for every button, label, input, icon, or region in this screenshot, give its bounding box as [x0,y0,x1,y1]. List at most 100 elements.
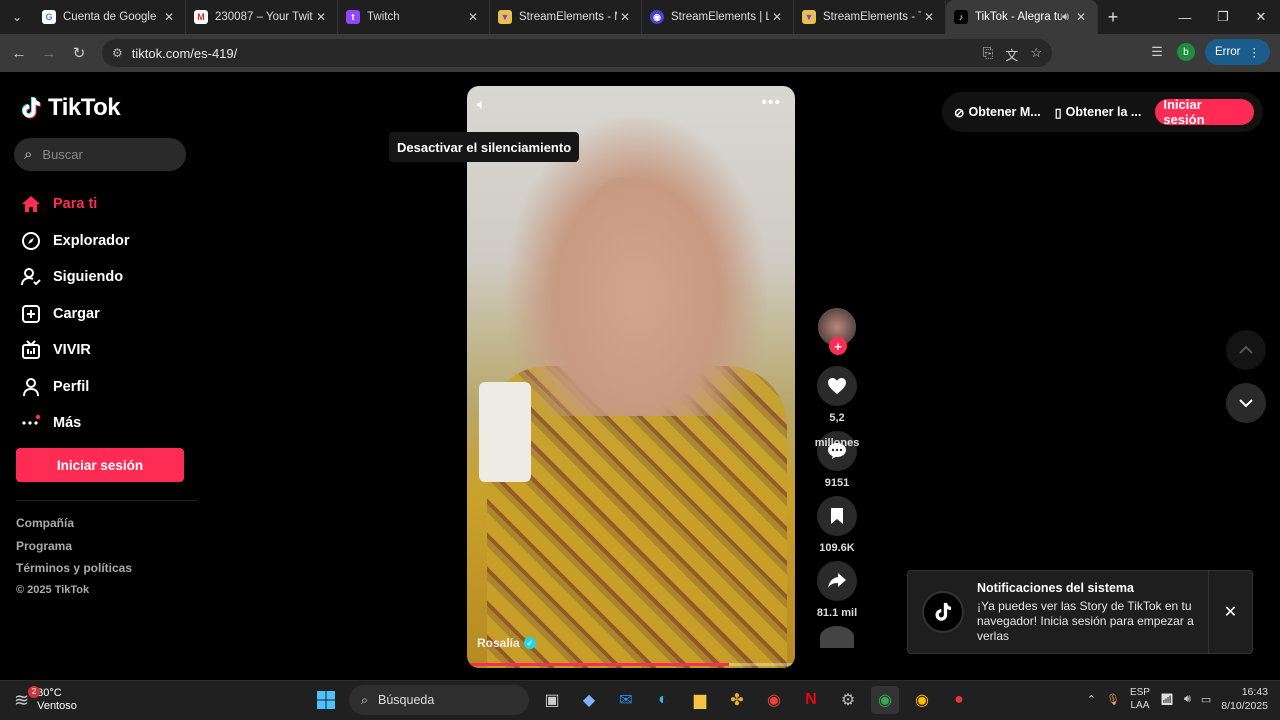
sidebar-item-vivir[interactable]: VIVIR [20,332,130,369]
microphone-icon[interactable]: 🎙︎ [1106,693,1120,706]
previous-video-button[interactable] [1226,330,1266,370]
kebab-menu-icon: ⋮ [1248,47,1261,59]
forward-icon[interactable]: → [34,45,64,62]
close-window-icon[interactable]: ✕ [1242,0,1280,34]
get-app-link[interactable]: ⊘ Obtener M... [954,105,1041,120]
file-explorer-icon[interactable]: ▆ [686,686,714,714]
footer-link-program[interactable]: Programa [16,539,132,562]
tab-streamelements-2[interactable]: ◉ StreamElements | La ✕ [642,0,794,34]
heart-icon[interactable] [817,366,857,406]
bookmark-icon[interactable] [817,496,857,536]
tab-twitch[interactable]: t Twitch ✕ [338,0,490,34]
get-desktop-link[interactable]: ▯ Obtener la ... [1055,105,1142,120]
footer-link-terms[interactable]: Términos y políticas [16,561,132,584]
creator-avatar[interactable]: + [818,308,856,355]
taskbar-search[interactable]: ⌕ Búsqueda [349,685,529,715]
back-icon[interactable]: ← [4,45,34,62]
next-video-button[interactable] [1226,383,1266,423]
close-tab-icon[interactable]: ✕ [617,10,633,24]
sidebar-item-mas[interactable]: Más [20,405,130,442]
settings-icon[interactable]: ⚙ [834,686,862,714]
tab-search-button[interactable]: ⌄ [0,0,34,34]
close-tab-icon[interactable]: ✕ [161,10,177,24]
task-view-icon[interactable]: ▣ [538,686,566,714]
taskbar-search-label: Búsqueda [378,693,435,707]
weather-widget[interactable]: ≋ 2 30°C Ventoso [14,685,77,713]
site-settings-icon[interactable]: ⚙︎ [112,46,123,60]
chevron-up-icon[interactable]: ⌃ [1087,693,1096,706]
tab-streamelements-3[interactable]: ▼ StreamElements - Tr ✕ [794,0,946,34]
photos-icon[interactable]: ✤ [723,686,751,714]
video-actions: + 5,2 millones 9151 109.6K 81.1 mil [806,308,868,648]
sidebar-login-button[interactable]: Iniciar sesión [16,448,184,482]
footer-link-company[interactable]: Compañía [16,516,132,539]
sidebar-item-siguiendo[interactable]: Siguiendo [20,259,130,296]
search-input[interactable]: ⌕ Buscar [14,138,186,171]
sidebar-item-cargar[interactable]: Cargar [20,296,130,333]
system-notification[interactable]: Notificaciones del sistema ¡Ya puedes ve… [907,570,1253,654]
chrome-icon[interactable]: ◉ [760,686,788,714]
game-app-icon[interactable]: ● [945,686,973,714]
speaker-icon[interactable]: 🔊︎ [1062,11,1069,24]
volume-tray-icon[interactable]: 🔊︎ [1184,693,1191,706]
profile-avatar[interactable]: b [1176,43,1195,61]
like-action[interactable]: 5,2 millones [806,366,868,449]
language-indicator[interactable]: ESP LAA [1130,686,1150,712]
live-icon [20,339,42,361]
volume-icon[interactable]: 🔈︎ [477,96,486,113]
tab-title: 230087 – Your Twitch [215,11,313,23]
mail-icon[interactable]: ✉ [612,686,640,714]
translate-icon[interactable]: 文 [1005,45,1018,64]
video-progress-bar[interactable] [467,663,795,666]
sidebar-item-explorador[interactable]: Explorador [20,223,130,260]
edge-icon[interactable]: ◐ [649,686,677,714]
close-icon[interactable]: ✕ [1208,571,1252,653]
tab-streamelements-1[interactable]: ▼ StreamElements - M ✕ [490,0,642,34]
tab-google-account[interactable]: G Cuenta de Google ✕ [34,0,186,34]
follow-plus-icon[interactable]: + [829,337,847,355]
close-tab-icon[interactable]: ✕ [313,10,329,24]
share-action[interactable]: 81.1 mil [806,561,868,626]
tab-tiktok[interactable]: ♪ TikTok - Alegra tu 🔊︎ ✕ [946,0,1098,34]
sidebar-item-perfil[interactable]: Perfil [20,369,130,406]
reload-icon[interactable]: ↻ [64,44,94,62]
lang-top: ESP [1129,687,1150,698]
chrome-profile-icon[interactable]: ◉ [871,686,899,714]
save-count: 109.6K [819,542,855,554]
tiktok-logo[interactable]: TikTok [20,94,121,122]
battery-icon[interactable]: ▭ [1201,693,1211,706]
top-login-button[interactable]: Iniciar sesión [1155,97,1254,127]
reading-list-icon[interactable]: ☰ [1147,44,1167,60]
browser-toolbar: ← → ↻ ⚙︎ tiktok.com/es-419/ ⎘ 文 ☆ ☰ b Er… [0,34,1280,72]
video-author[interactable]: Rosalía ✓ [477,636,536,650]
tiktok-logo-icon [21,97,41,119]
save-action[interactable]: 109.6K [806,496,868,561]
wifi-icon[interactable]: 📶︎ [1160,693,1174,706]
windows-start-icon[interactable] [312,686,340,714]
bookmark-star-icon[interactable]: ☆ [1030,45,1042,64]
close-tab-icon[interactable]: ✕ [465,10,481,24]
music-disc-icon[interactable] [820,626,854,648]
share-icon[interactable] [817,561,857,601]
address-bar[interactable]: ⚙︎ tiktok.com/es-419/ ⎘ 文 ☆ [102,39,1052,67]
restore-icon[interactable]: ❐ [1204,0,1242,34]
video-more-icon[interactable]: ••• [761,94,781,112]
close-tab-icon[interactable]: ✕ [769,10,785,24]
phone-icon: ▯ [1054,105,1062,120]
system-tray: ⌃ 🎙︎ ESP LAA 📶︎ 🔊︎ ▭ 16:43 8/10/2025 [1087,685,1268,713]
streamelements-blue-icon: ◉ [650,10,664,24]
close-tab-icon[interactable]: ✕ [921,10,937,24]
close-tab-icon[interactable]: ✕ [1073,10,1089,24]
netflix-icon[interactable]: N [797,686,825,714]
tab-gmail[interactable]: M 230087 – Your Twitch ✕ [186,0,338,34]
sidebar-item-para-ti[interactable]: Para ti [20,186,130,223]
chrome-alt-icon[interactable]: ◉ [908,686,936,714]
copilot-icon[interactable]: ◆ [575,686,603,714]
clock[interactable]: 16:43 8/10/2025 [1221,685,1268,713]
minimize-icon[interactable]: — [1166,0,1204,34]
new-tab-button[interactable]: + [1098,7,1128,28]
install-app-icon[interactable]: ⎘ [983,45,993,64]
tab-title: StreamElements - M [519,11,617,23]
error-button[interactable]: Error ⋮ [1204,39,1270,65]
video-player[interactable]: 🔈︎ ••• Rosalía ✓ [467,86,795,668]
